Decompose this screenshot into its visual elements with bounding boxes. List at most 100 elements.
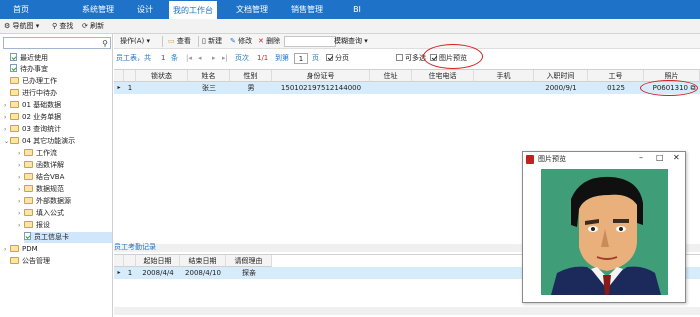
column-header-address[interactable]: 住址 <box>370 70 412 82</box>
sidebar-item-functions[interactable]: › 函数详解 <box>18 160 64 171</box>
delete-button[interactable]: ✕ 删除 <box>258 36 280 47</box>
sidebar-item-report[interactable]: › 报设 <box>18 220 50 231</box>
fuzzy-search-input[interactable] <box>284 36 336 47</box>
app-window: 首页 系统管理 设计 我的工作台 文档管理 销售管理 BI ⚙ 导航图 ▾ ⚲ … <box>0 0 700 317</box>
tab-my-workbench[interactable]: 我的工作台 <box>168 0 218 19</box>
sidebar-item-label: 01 基础数据 <box>22 101 62 109</box>
last-page-button[interactable]: ▸| <box>222 53 228 64</box>
column-header-hire-date[interactable]: 入职时间 <box>534 70 588 82</box>
sidebar-item-other-demos[interactable]: ⌄ 04 其它功能演示 <box>4 136 75 147</box>
sidebar-item-basic-data[interactable]: › 01 基础数据 <box>4 100 61 111</box>
folder-icon <box>10 77 19 84</box>
nav-map-button[interactable]: ⚙ 导航图 ▾ <box>4 21 39 32</box>
column-header-reason[interactable]: 请假理由 <box>226 255 272 267</box>
tab-documents[interactable]: 文档管理 <box>228 0 276 19</box>
sidebar-item-done[interactable]: 已办理工作 <box>10 76 57 87</box>
cell-hire-date[interactable]: 2000/9/1 <box>534 82 588 94</box>
new-doc-icon: ▯ <box>202 37 206 45</box>
row-pointer-icon: ▸ <box>117 269 121 276</box>
new-button[interactable]: ▯ 新建 <box>202 36 222 47</box>
sidebar-item-formula[interactable]: › 填入公式 <box>18 208 64 219</box>
column-header-gender[interactable]: 性别 <box>230 70 272 82</box>
sidebar-item-label: PDM <box>22 245 38 253</box>
minimize-button[interactable]: – <box>639 153 643 162</box>
cell-id-no[interactable]: 150102197512144000 <box>272 82 370 94</box>
popup-title-bar[interactable]: 图片预览 – □ ✕ <box>523 152 685 167</box>
sidebar-item-data-spec[interactable]: › 数据规范 <box>18 184 64 195</box>
attendance-horizontal-scrollbar[interactable] <box>114 307 700 315</box>
edit-icon: ✎ <box>230 37 236 45</box>
operate-menu-button[interactable]: 操作(A) ▾ <box>120 36 150 47</box>
row-index: 1 <box>127 269 133 277</box>
column-header-mobile[interactable]: 手机 <box>474 70 534 82</box>
photo-preview-window: 图片预览 – □ ✕ <box>522 151 686 303</box>
sidebar-item-business[interactable]: › 02 业务单据 <box>4 112 61 123</box>
refresh-button[interactable]: ⟳ 刷新 <box>82 21 104 32</box>
close-button[interactable]: ✕ <box>673 153 680 162</box>
tab-home[interactable]: 首页 <box>0 0 42 19</box>
folder-open-icon: ▭ <box>168 37 175 45</box>
cell-gender[interactable]: 男 <box>230 82 272 94</box>
sidebar-item-employee-card[interactable]: 员工信息卡 <box>24 232 112 243</box>
folder-icon <box>24 173 33 180</box>
maximize-button[interactable]: □ <box>656 153 664 162</box>
fuzzy-query-button[interactable]: 模糊查询 ▾ <box>334 36 368 47</box>
sidebar-item-external-data[interactable]: › 外部数据源 <box>18 196 71 207</box>
sidebar-item-todo[interactable]: 待办事宜 <box>10 64 48 75</box>
cell-name[interactable]: 张三 <box>188 82 230 94</box>
goto-page-input[interactable]: 1 <box>294 53 308 64</box>
column-header-emp-no[interactable]: 工号 <box>588 70 644 82</box>
tab-bi[interactable]: BI <box>346 0 368 19</box>
column-header-lock[interactable]: 锁状态 <box>136 70 188 82</box>
find-button[interactable]: ⚲ 查找 <box>52 21 73 32</box>
sidebar-item-in-progress[interactable]: 进行中待办 <box>10 88 57 99</box>
sidebar-search-input[interactable]: ⚲ <box>3 37 111 49</box>
column-header-end-date[interactable]: 结束日期 <box>180 255 226 267</box>
prev-page-button[interactable]: ◂ <box>198 53 202 64</box>
view-button[interactable]: ▭ 查看 <box>168 36 191 47</box>
cell-home-phone[interactable] <box>412 82 474 94</box>
multi-select-checkbox[interactable]: 可多选 <box>396 53 426 64</box>
tab-system[interactable]: 系统管理 <box>70 0 126 19</box>
gear-icon: ⚙ <box>4 22 11 30</box>
nav-map-label: 导航图 <box>12 22 34 30</box>
employee-photo <box>541 169 668 295</box>
sidebar-item-label: 待办事宜 <box>20 65 48 73</box>
popup-title: 图片预览 <box>538 155 566 163</box>
sidebar-item-label: 04 其它功能演示 <box>22 137 76 145</box>
folder-icon <box>24 209 33 216</box>
paging-checkbox[interactable]: 分页 <box>326 53 349 64</box>
column-header-name[interactable]: 姓名 <box>188 70 230 82</box>
sidebar-item-label: 报设 <box>36 221 50 229</box>
folder-icon <box>10 257 19 264</box>
sidebar-item-vba[interactable]: › 结合VBA <box>18 172 64 183</box>
cell-address[interactable] <box>370 82 412 94</box>
column-header-home-phone[interactable]: 住宅电话 <box>412 70 474 82</box>
chevron-down-icon: ▾ <box>362 37 368 45</box>
row-pointer-icon: ▸ <box>117 84 121 91</box>
sidebar-item-pdm[interactable]: › PDM <box>4 244 38 255</box>
tab-design[interactable]: 设计 <box>125 0 165 19</box>
cell-start-date[interactable]: 2008/4/4 <box>136 267 180 279</box>
sidebar-item-announcements[interactable]: 公告管理 <box>10 256 50 267</box>
tab-sales[interactable]: 销售管理 <box>283 0 331 19</box>
cell-mobile[interactable] <box>474 82 534 94</box>
cell-lock[interactable] <box>136 82 188 94</box>
column-header-start-date[interactable]: 起始日期 <box>136 255 180 267</box>
sidebar-item-label: 已办理工作 <box>22 77 57 85</box>
column-header-index <box>124 255 136 267</box>
edit-button[interactable]: ✎ 修改 <box>230 36 252 47</box>
first-page-button[interactable]: |◂ <box>186 53 192 64</box>
column-header-id[interactable]: 身份证号 <box>272 70 370 82</box>
sidebar-item-query[interactable]: › 03 查询统计 <box>4 124 61 135</box>
sidebar-item-label: 员工信息卡 <box>34 233 69 241</box>
sidebar-item-recent[interactable]: 最近使用 <box>10 53 48 64</box>
sidebar-item-label: 结合VBA <box>36 173 65 181</box>
cell-end-date[interactable]: 2008/4/10 <box>180 267 226 279</box>
new-label: 新建 <box>208 37 223 45</box>
cell-reason[interactable]: 探亲 <box>226 267 272 279</box>
cell-emp-no[interactable]: 0125 <box>588 82 644 94</box>
sidebar-item-workflow[interactable]: › 工作流 <box>18 148 57 159</box>
chevron-down-icon: ▾ <box>35 22 40 30</box>
next-page-button[interactable]: ▸ <box>212 53 216 64</box>
